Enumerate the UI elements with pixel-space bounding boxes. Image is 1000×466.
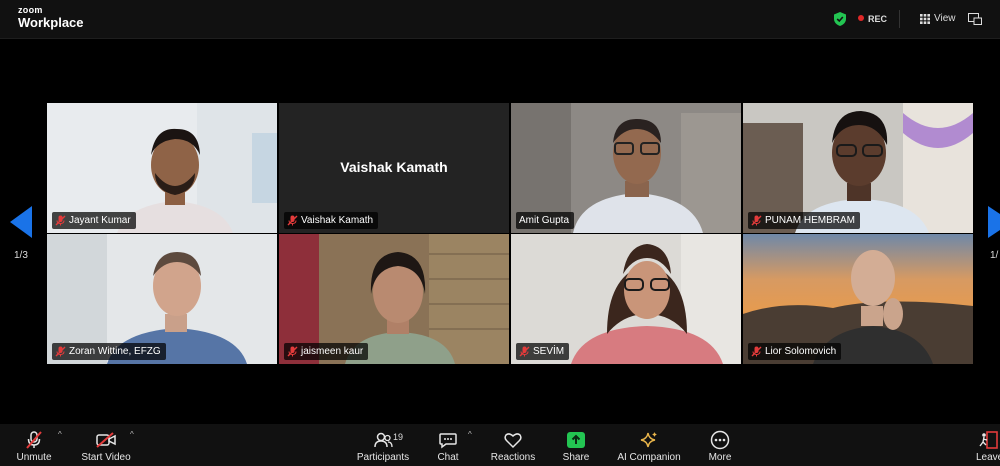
chat-label: Chat (437, 452, 459, 463)
brand-name: Workplace (18, 15, 84, 30)
participant-name: Vaishak Kamath (301, 215, 374, 226)
more-label: More (708, 452, 732, 463)
muted-mic-icon (287, 215, 298, 226)
video-tile-vaishak-kamath[interactable]: Vaishak Kamath Vaishak Kamath (279, 103, 509, 233)
video-options-chevron-icon[interactable]: ^ (130, 430, 134, 439)
heart-icon (504, 433, 522, 449)
page-indicator-left: 1/3 (14, 250, 28, 261)
participant-name: Zoran Wittine, EFZG (69, 346, 161, 357)
video-off-icon (96, 432, 116, 448)
chat-bubble-icon (439, 433, 457, 449)
more-dots-icon (710, 430, 730, 450)
participant-label: jaismeen kaur (284, 343, 369, 360)
next-page-arrow-icon[interactable] (988, 206, 1000, 238)
chat-options-chevron-icon[interactable]: ^ (468, 430, 472, 439)
view-button[interactable]: View (920, 13, 956, 24)
shield-icon[interactable] (834, 12, 846, 26)
rec-dot-icon (858, 15, 864, 21)
muted-mic-icon (55, 346, 66, 357)
participant-label: Jayant Kumar (52, 212, 136, 229)
leave-label: Leave (976, 452, 1000, 463)
participant-label: Amit Gupta (516, 212, 575, 229)
share-label: Share (562, 452, 590, 463)
leave-button[interactable]: Leave (976, 430, 1000, 463)
muted-mic-icon (519, 346, 530, 357)
participant-label: SEVİM (516, 343, 570, 360)
reactions-button[interactable]: Reactions (490, 430, 536, 463)
video-tile-amit-gupta[interactable]: Amit Gupta (511, 103, 741, 233)
page-indicator-right: 1/ (990, 250, 999, 261)
ai-companion-button[interactable]: AI Companion (614, 430, 684, 463)
video-tile-punam-hembram[interactable]: PUNAM HEMBRAM (743, 103, 973, 233)
participants-icon (374, 432, 393, 448)
muted-microphone-icon (26, 431, 42, 449)
participant-label: Zoran Wittine, EFZG (52, 343, 166, 360)
previous-page-arrow-icon[interactable] (10, 206, 32, 238)
share-button[interactable]: Share (560, 430, 592, 463)
video-tile-lior-solomovich[interactable]: Lior Solomovich (743, 234, 973, 364)
participant-name: PUNAM HEMBRAM (765, 215, 856, 226)
start-video-label: Start Video (81, 452, 131, 463)
brand-small: zoom (18, 5, 43, 15)
video-tile-jayant-kumar[interactable]: Jayant Kumar (47, 103, 277, 233)
participant-name: Amit Gupta (519, 215, 570, 226)
video-tile-jaismeen-kaur[interactable]: jaismeen kaur (279, 234, 509, 364)
muted-mic-icon (751, 346, 762, 357)
divider (899, 10, 900, 28)
participant-label: Lior Solomovich (748, 343, 842, 360)
participant-name: SEVİM (533, 346, 565, 357)
muted-mic-icon (751, 215, 762, 226)
participants-label: Participants (356, 452, 410, 463)
view-label: View (934, 13, 956, 24)
participant-display-name: Vaishak Kamath (340, 159, 448, 175)
recording-indicator[interactable]: REC (858, 14, 887, 24)
start-video-button[interactable]: Start Video (80, 430, 132, 463)
participant-name: jaismeen kaur (301, 346, 364, 357)
top-bar: zoom Workplace REC View (0, 0, 1000, 39)
rec-label: REC (868, 14, 888, 24)
participants-count: 19 (393, 432, 404, 442)
unmute-label: Unmute (16, 452, 52, 463)
video-tile-sevim[interactable]: SEVİM (511, 234, 741, 364)
leave-door-icon (979, 431, 998, 449)
share-screen-icon (567, 432, 585, 448)
muted-mic-icon (55, 215, 66, 226)
participant-label: Vaishak Kamath (284, 212, 379, 229)
more-button[interactable]: More (704, 430, 736, 463)
reactions-label: Reactions (490, 452, 536, 463)
audio-options-chevron-icon[interactable]: ^ (58, 430, 62, 439)
sparkle-icon (640, 432, 657, 448)
ai-companion-label: AI Companion (617, 452, 681, 463)
chat-button[interactable]: Chat (432, 430, 464, 463)
window-layout-icon[interactable] (968, 13, 982, 25)
muted-mic-icon (287, 346, 298, 357)
participant-name: Jayant Kumar (69, 215, 131, 226)
unmute-button[interactable]: Unmute (14, 430, 54, 463)
grid-icon (920, 13, 930, 24)
participant-label: PUNAM HEMBRAM (748, 212, 861, 229)
zoom-logo: zoom Workplace (18, 5, 84, 30)
video-tile-zoran-wittine[interactable]: Zoran Wittine, EFZG (47, 234, 277, 364)
participant-name: Lior Solomovich (765, 346, 837, 357)
